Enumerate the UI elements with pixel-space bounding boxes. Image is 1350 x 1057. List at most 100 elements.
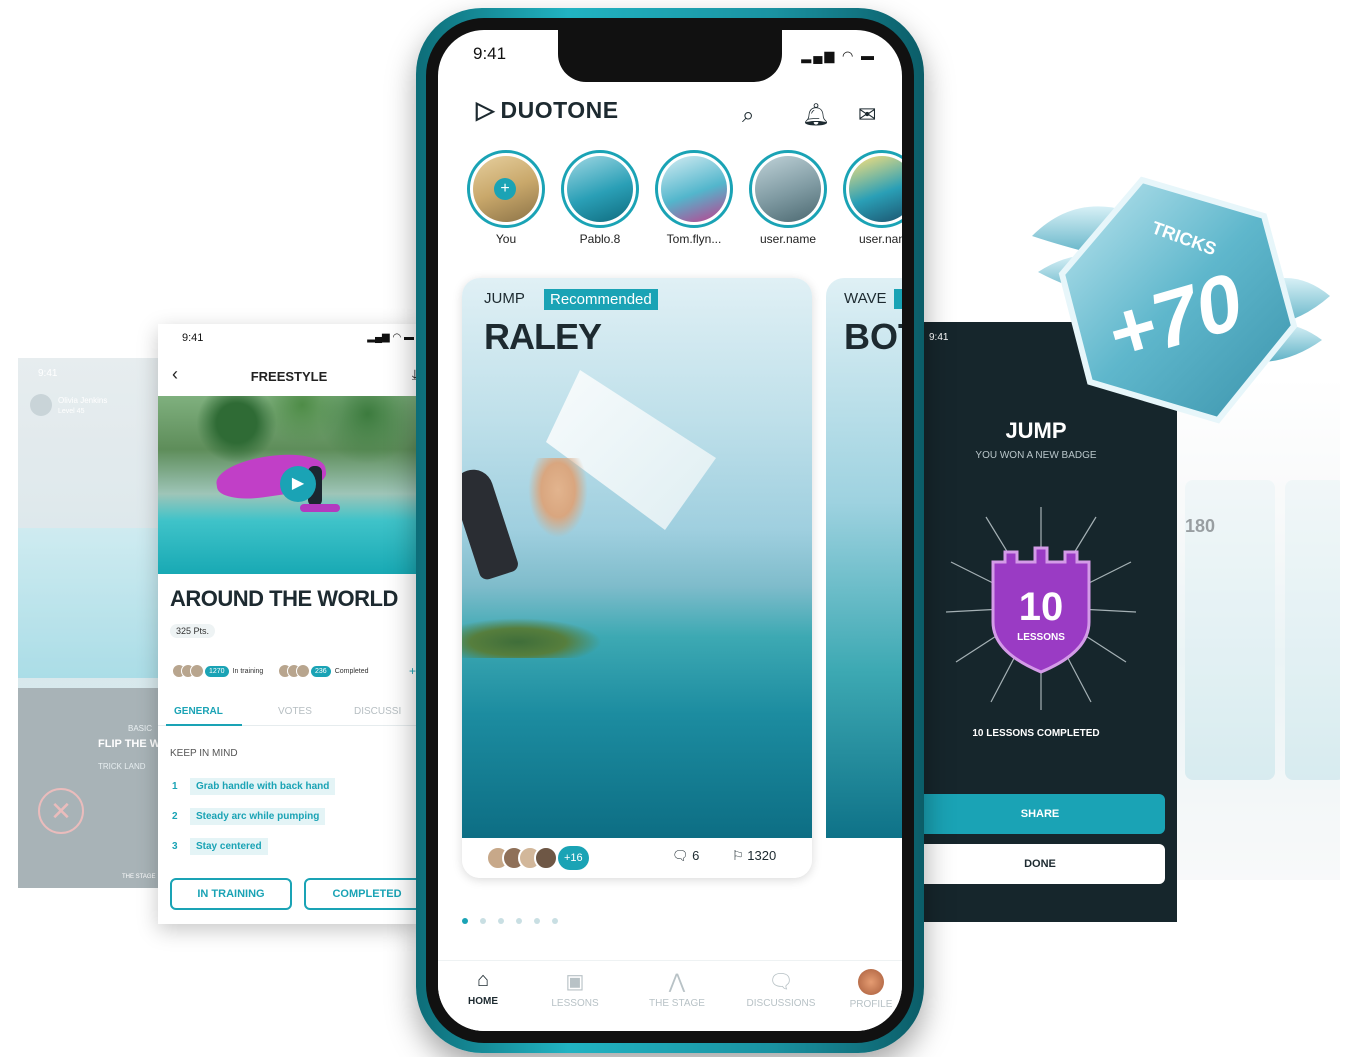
trick-category: WAVE <box>844 290 887 307</box>
nav-label: PROFILE <box>849 999 893 1010</box>
subtitle: YOU WON A NEW BADGE <box>975 450 1097 461</box>
story-ring <box>561 150 639 228</box>
carousel-dot[interactable] <box>516 918 522 924</box>
tip-number: 3 <box>172 841 178 852</box>
avatar <box>30 394 52 416</box>
carousel-dot[interactable] <box>480 918 486 924</box>
tab-discussions[interactable]: DISCUSSI <box>354 706 401 717</box>
story-item[interactable]: user.name <box>748 150 828 246</box>
flags-value: 1320 <box>747 848 777 863</box>
done-button[interactable]: DONE <box>915 844 1165 884</box>
story-image <box>661 156 727 222</box>
carousel-dot[interactable] <box>498 918 504 924</box>
close-icon[interactable]: ✕ <box>38 788 84 834</box>
background-screen-right: 180 <box>1175 380 1340 880</box>
trick-level: BASIC <box>128 724 153 733</box>
brand-name: DUOTONE <box>500 97 619 123</box>
status-time: 9:41 <box>38 368 58 379</box>
bell-icon[interactable]: 🔔︎ <box>802 102 830 128</box>
user-name: Olivia Jenkins <box>58 396 108 405</box>
trick-card <box>1285 480 1340 780</box>
status-time: 9:41 <box>182 332 204 344</box>
story-label: Pablo.8 <box>579 232 621 246</box>
landed-count[interactable]: ⚐ 1320 <box>732 848 776 864</box>
tip-number: 1 <box>172 781 178 792</box>
nav-lessons[interactable]: ▣ LESSONS <box>530 969 620 1009</box>
count-badge: 1270 <box>205 665 229 677</box>
tab-votes[interactable]: VOTES <box>278 706 312 717</box>
rider <box>528 458 588 538</box>
search-icon[interactable]: ⌕ <box>742 102 754 128</box>
story-item[interactable]: user.nan <box>842 150 902 246</box>
tip-text: Stay centered <box>190 838 268 855</box>
stat-label: In training <box>232 667 264 675</box>
tip-text: Grab handle with back hand <box>190 778 336 795</box>
trick-card[interactable]: WAVE BOT <box>826 278 902 878</box>
story-image <box>755 156 821 222</box>
video-frame <box>18 528 178 678</box>
tab-general[interactable]: GENERAL <box>174 706 223 717</box>
participants[interactable]: +16 <box>486 846 589 870</box>
story-ring <box>843 150 902 228</box>
trick-name: RALEY <box>484 316 602 357</box>
trick-category: JUMP <box>484 290 525 307</box>
story-you[interactable]: + You <box>466 150 546 246</box>
story-label: You <box>495 232 517 246</box>
trick-panel <box>18 688 178 888</box>
story-label: Tom.flyn... <box>666 232 722 246</box>
nav-home[interactable]: ⌂ HOME <box>438 969 528 1007</box>
user-level: Level 45 <box>58 408 85 415</box>
tab-bar: GENERAL VOTES DISCUSSI <box>158 700 420 726</box>
share-button[interactable]: SHARE <box>915 794 1165 834</box>
trick-photo <box>826 278 902 838</box>
in-training-button[interactable]: IN TRAINING <box>170 878 292 910</box>
badge-number: 10 <box>1019 585 1064 629</box>
nav-the-stage[interactable]: ⋀ THE STAGE <box>632 969 722 1009</box>
profile-avatar <box>858 969 884 995</box>
freestyle-screen: 9:41 ▂▄▆ ◠ ▬ ‹ FREESTYLE ⤓ ▶ AROUND THE … <box>158 324 420 924</box>
board <box>300 504 340 512</box>
tip-item: 2 Steady arc while pumping <box>172 808 326 825</box>
carousel-dot[interactable] <box>462 918 468 924</box>
comments-value: 6 <box>692 848 700 863</box>
comments-icon: 🗨︎ <box>672 848 689 863</box>
carousel-dots <box>462 918 570 924</box>
logo-mark-icon: ▷ <box>476 97 495 124</box>
lessons-icon: ▣ <box>565 971 585 993</box>
tip-item: 1 Grab handle with back hand <box>172 778 336 795</box>
add-user-icon[interactable]: + <box>409 664 416 678</box>
nav-label: DISCUSSIONS <box>746 998 816 1009</box>
lessons-badge: 10 LESSONS <box>945 507 1137 710</box>
nav-profile[interactable]: PROFILE <box>826 969 902 1010</box>
page-title: FREESTYLE <box>250 369 328 384</box>
discussions-icon: 🗨︎ <box>768 971 794 993</box>
story-ring <box>749 150 827 228</box>
carousel-dot[interactable] <box>534 918 540 924</box>
trick-name: FLIP THE W <box>98 738 161 750</box>
tab-indicator <box>166 724 242 726</box>
mail-icon[interactable]: ✉ <box>858 102 876 128</box>
story-ring <box>655 150 733 228</box>
tricks-badge: TRICKS +70 <box>1032 176 1330 424</box>
status-time: 9:41 <box>473 44 507 63</box>
avatar <box>534 846 558 870</box>
stage-icon: ⋀ <box>668 971 686 993</box>
avatar <box>296 664 310 678</box>
trick-card[interactable]: JUMP Recommended RALEY +16 🗨︎ 6 ⚐ 1320 <box>462 278 812 878</box>
background-screen-left: 9:41 Olivia Jenkins Level 45 BASIC FLIP … <box>18 358 178 888</box>
comments-count[interactable]: 🗨︎ 6 <box>672 848 699 864</box>
completed-text: 10 LESSONS COMPLETED <box>972 728 1100 739</box>
nav-discussions[interactable]: 🗨︎ DISCUSSIONS <box>736 969 826 1009</box>
nav-label: THE STAGE <box>649 998 705 1009</box>
completed-button[interactable]: COMPLETED <box>304 878 420 910</box>
island <box>462 618 602 658</box>
badge-label: LESSONS <box>1017 632 1065 643</box>
add-story-icon[interactable]: + <box>494 178 516 200</box>
play-icon[interactable]: ▶ <box>280 466 316 502</box>
carousel-dot[interactable] <box>552 918 558 924</box>
avatar <box>190 664 204 678</box>
story-image <box>567 156 633 222</box>
nav-label: LESSONS <box>551 998 599 1009</box>
story-item[interactable]: Pablo.8 <box>560 150 640 246</box>
story-item[interactable]: Tom.flyn... <box>654 150 734 246</box>
